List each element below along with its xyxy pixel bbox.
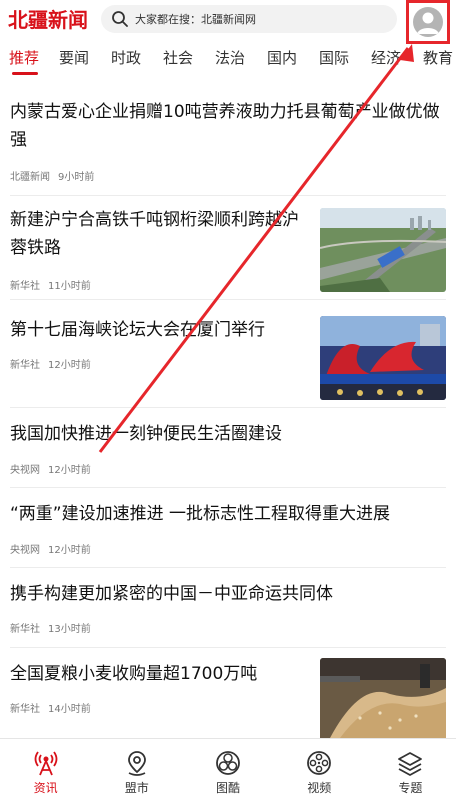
news-item[interactable]: 我国加快推进一刻钟便民生活圈建设 央视网 12小时前 — [10, 408, 446, 488]
bottom-tab-news[interactable]: 资讯 — [0, 739, 91, 800]
tab-recommend[interactable]: 推荐 — [0, 44, 48, 76]
news-source: 新华社 — [10, 281, 40, 292]
tab-international[interactable]: 国际 — [308, 44, 360, 76]
news-meta: 北疆新闻 9小时前 — [10, 168, 94, 183]
camera-lens-icon — [216, 751, 240, 775]
news-title: 全国夏粮小麦收购量超1700万吨 — [10, 664, 258, 684]
news-item[interactable]: “两重”建设加速推进 一批标志性工程取得重大进展 央视网 12小时前 — [10, 488, 446, 568]
bottom-tab-label: 图酷 — [216, 781, 241, 795]
news-source: 新华社 — [10, 624, 40, 635]
layers-icon — [398, 752, 423, 776]
user-avatar-icon — [413, 7, 443, 37]
broadcast-icon — [34, 751, 57, 776]
tab-society[interactable]: 社会 — [152, 44, 204, 76]
news-item[interactable]: 携手构建更加紧密的中国－中亚命运共同体 新华社 13小时前 — [10, 568, 446, 648]
news-thumbnail-forum — [320, 316, 446, 400]
news-source: 央视网 — [10, 545, 40, 556]
news-title: 第十七届海峡论坛大会在厦门举行 — [10, 320, 265, 340]
news-item[interactable]: 全国夏粮小麦收购量超1700万吨 新华社 14小时前 — [10, 648, 446, 738]
tab-domestic[interactable]: 国内 — [256, 44, 308, 76]
bottom-tab-video[interactable]: 视频 — [274, 739, 365, 800]
category-tabs: 推荐 要闻 时政 社会 法治 国内 国际 经济 教育 — [0, 44, 456, 76]
news-meta: 新华社 11小时前 — [10, 277, 91, 292]
news-title: 新建沪宁合高铁千吨钢桁梁顺利跨越沪蓉铁路 — [10, 210, 299, 258]
app-header: 北疆新闻 大家都在搜：北疆新闻网 — [0, 0, 456, 44]
app-logo: 北疆新闻 — [8, 8, 88, 32]
news-item[interactable]: 新建沪宁合高铁千吨钢桁梁顺利跨越沪蓉铁路 新华社 11小时前 — [10, 196, 446, 300]
map-pin-icon — [127, 751, 146, 776]
news-meta: 新华社 12小时前 — [10, 356, 91, 371]
search-icon — [111, 10, 129, 28]
tab-education[interactable]: 教育 — [412, 44, 456, 76]
bottom-tab-label: 视频 — [307, 781, 332, 795]
news-time: 11小时前 — [48, 281, 91, 292]
tab-politics[interactable]: 时政 — [100, 44, 152, 76]
search-placeholder: 大家都在搜：北疆新闻网 — [135, 13, 256, 26]
news-source: 新华社 — [10, 360, 40, 371]
tab-law[interactable]: 法治 — [204, 44, 256, 76]
bottom-tab-gallery[interactable]: 图酷 — [182, 739, 273, 800]
news-time: 12小时前 — [48, 360, 91, 371]
news-time: 12小时前 — [48, 545, 91, 556]
news-title: 携手构建更加紧密的中国－中亚命运共同体 — [10, 584, 333, 604]
bottom-tab-label: 专题 — [398, 781, 423, 795]
news-title: “两重”建设加速推进 一批标志性工程取得重大进展 — [10, 504, 391, 524]
news-item[interactable]: 内蒙古爱心企业捐赠10吨营养液助力托县葡萄产业做优做强 北疆新闻 9小时前 — [10, 96, 446, 196]
film-reel-icon — [307, 751, 332, 775]
news-source: 央视网 — [10, 465, 40, 476]
bottom-tab-label: 资讯 — [33, 781, 58, 795]
news-title: 我国加快推进一刻钟便民生活圈建设 — [10, 424, 282, 444]
news-title: 内蒙古爱心企业捐赠10吨营养液助力托县葡萄产业做优做强 — [10, 102, 440, 150]
search-bar[interactable]: 大家都在搜：北疆新闻网 — [101, 5, 397, 33]
bottom-tab-label: 盟市 — [124, 781, 149, 795]
news-meta: 央视网 12小时前 — [10, 461, 91, 476]
bottom-tab-topics[interactable]: 专题 — [365, 739, 456, 800]
tab-headlines[interactable]: 要闻 — [48, 44, 100, 76]
news-item[interactable]: 第十七届海峡论坛大会在厦门举行 新华社 12小时前 — [10, 300, 446, 408]
news-meta: 央视网 12小时前 — [10, 541, 91, 556]
news-meta: 新华社 13小时前 — [10, 620, 91, 635]
news-time: 13小时前 — [48, 624, 91, 635]
news-thumbnail-wheat — [320, 658, 446, 738]
news-time: 14小时前 — [48, 704, 91, 715]
news-meta: 新华社 14小时前 — [10, 700, 91, 715]
user-avatar-button[interactable] — [406, 0, 450, 44]
bottom-tab-cities[interactable]: 盟市 — [91, 739, 182, 800]
news-time: 9小时前 — [58, 172, 95, 183]
news-time: 12小时前 — [48, 465, 91, 476]
tab-economy[interactable]: 经济 — [360, 44, 412, 76]
news-source: 新华社 — [10, 704, 40, 715]
news-thumbnail-bridge — [320, 208, 446, 292]
bottom-tab-bar: 资讯 盟市 图酷 视频 专题 — [0, 738, 456, 800]
news-source: 北疆新闻 — [10, 172, 50, 183]
